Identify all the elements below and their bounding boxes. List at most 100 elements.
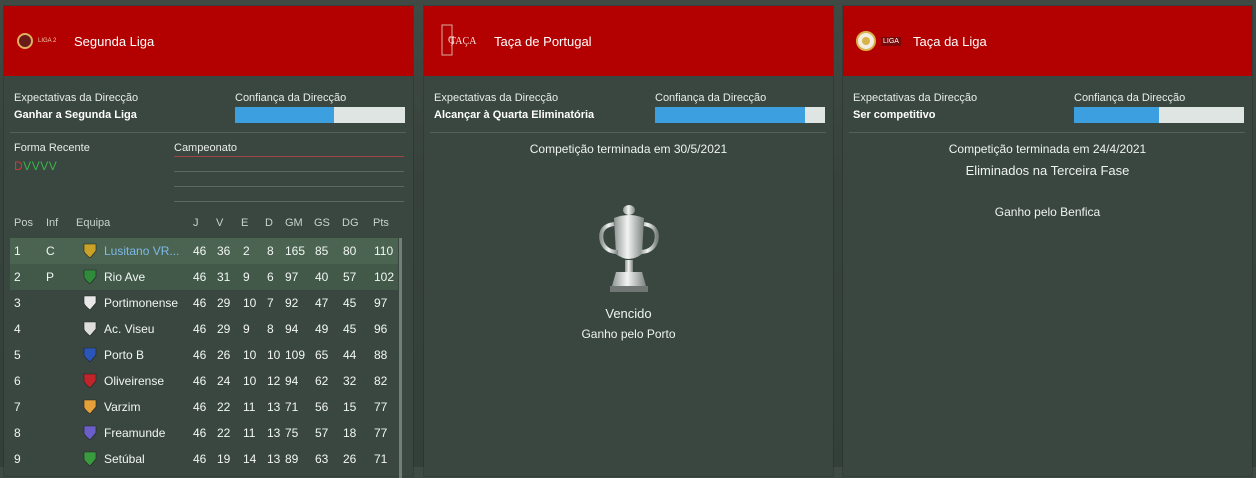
header-pos[interactable]: Pos xyxy=(14,217,33,229)
header-won[interactable]: V xyxy=(216,217,223,229)
logo-text: TAÇA xyxy=(450,36,477,47)
cell-e: 11 xyxy=(243,400,256,414)
team-crest-icon xyxy=(82,346,98,363)
expectations-value: Ser competitivo xyxy=(853,109,936,121)
league-chart-label: Campeonato xyxy=(174,142,237,154)
header-inf[interactable]: Inf xyxy=(46,217,58,229)
confidence-label: Confiança da Direcção xyxy=(1074,92,1186,104)
divider xyxy=(430,132,826,133)
cell-j: 46 xyxy=(193,322,207,336)
table-row[interactable]: 4 46 29 9 8 94 49 45 96 Ac. Viseu xyxy=(10,316,398,342)
cell-gs: 56 xyxy=(315,400,329,414)
cell-pos: 3 xyxy=(14,296,21,310)
table-row[interactable]: 7 46 22 11 13 71 56 15 77 Varzim xyxy=(10,394,398,420)
header-played[interactable]: J xyxy=(193,217,199,229)
cell-v: 29 xyxy=(217,322,231,336)
team-name-link[interactable]: Ac. Viseu xyxy=(104,322,154,336)
cell-dg: 45 xyxy=(343,296,357,310)
header-goals-against[interactable]: GS xyxy=(314,217,330,229)
cell-j: 46 xyxy=(193,244,207,258)
cell-d: 13 xyxy=(267,452,281,466)
expectations-value: Alcançar à Quarta Eliminatória xyxy=(434,109,595,121)
competition-header[interactable]: LIGA 2 Segunda Liga xyxy=(4,6,413,76)
cell-gm: 97 xyxy=(285,270,299,284)
recent-form-letters: DVVVV xyxy=(14,159,57,173)
cell-v: 36 xyxy=(217,244,231,258)
header-goals-for[interactable]: GM xyxy=(285,217,303,229)
cell-j: 46 xyxy=(193,426,207,440)
cell-pts: 110 xyxy=(374,244,394,258)
cell-pts: 97 xyxy=(374,296,388,310)
table-row[interactable]: 8 46 22 11 13 75 57 18 77 Freamunde xyxy=(10,420,398,446)
table-row[interactable]: 1 C 46 36 2 8 165 85 80 110 Lusitano VR... xyxy=(10,238,398,264)
competition-header[interactable]: LIGA Taça da Liga xyxy=(843,6,1252,76)
cell-dg: 18 xyxy=(343,426,357,440)
competition-header[interactable]: Ç TAÇA Taça de Portugal xyxy=(424,6,833,76)
cell-pos: 8 xyxy=(14,426,21,440)
cell-gm: 92 xyxy=(285,296,299,310)
team-crest-icon xyxy=(82,294,98,311)
team-name-link[interactable]: Porto B xyxy=(104,348,144,362)
competition-title: Taça da Liga xyxy=(913,34,987,49)
team-crest-icon xyxy=(82,398,98,415)
table-row[interactable]: 2 P 46 31 9 6 97 40 57 102 Rio Ave xyxy=(10,264,398,290)
cell-pts: 82 xyxy=(374,374,388,388)
form-result-letter: V xyxy=(48,159,58,173)
header-goal-diff[interactable]: DG xyxy=(342,217,359,229)
logo-text: LIGA xyxy=(881,36,901,46)
table-row[interactable]: 9 46 19 14 13 89 63 26 71 Setúbal xyxy=(10,446,398,472)
confidence-bar-fill xyxy=(235,107,334,123)
team-name-link[interactable]: Rio Ave xyxy=(104,270,145,284)
cell-dg: 32 xyxy=(343,374,357,388)
table-row[interactable]: 3 46 29 10 7 92 47 45 97 Portimonense xyxy=(10,290,398,316)
taca-de-portugal-logo: Ç TAÇA xyxy=(436,24,486,56)
table-row[interactable]: 6 46 24 10 12 94 62 32 82 Oliveirense xyxy=(10,368,398,394)
cell-e: 10 xyxy=(243,374,257,388)
header-drawn[interactable]: E xyxy=(241,217,248,229)
cell-dg: 15 xyxy=(343,400,357,414)
header-lost[interactable]: D xyxy=(265,217,273,229)
expectations-label: Expectativas da Direcção xyxy=(14,92,139,104)
team-name-link[interactable]: Portimonense xyxy=(104,296,178,310)
chart-line xyxy=(174,156,404,157)
cell-inf: P xyxy=(46,270,55,284)
divider xyxy=(849,132,1245,133)
cell-gm: 75 xyxy=(285,426,299,440)
cell-gs: 62 xyxy=(315,374,329,388)
cell-j: 46 xyxy=(193,296,207,310)
header-points[interactable]: Pts xyxy=(373,217,389,229)
team-crest-icon xyxy=(82,320,98,337)
team-crest-icon xyxy=(82,372,98,389)
cell-gm: 109 xyxy=(285,348,306,362)
team-crest-icon xyxy=(82,450,98,467)
cell-j: 46 xyxy=(193,270,207,284)
taca-de-portugal-panel: Ç TAÇA Taça de Portugal Expectativas da … xyxy=(424,6,833,476)
table-row[interactable]: 5 46 26 10 10 109 65 44 88 Porto B xyxy=(10,342,398,368)
form-result-letter: D xyxy=(14,159,24,173)
team-name-link[interactable]: Oliveirense xyxy=(104,374,164,388)
competition-ended-text: Competição terminada em 30/5/2021 xyxy=(529,142,728,156)
table-scrollbar[interactable] xyxy=(399,238,402,478)
team-name-link[interactable]: Lusitano VR... xyxy=(104,244,179,258)
cell-pts: 77 xyxy=(374,400,388,414)
header-team[interactable]: Equipa xyxy=(76,217,110,229)
cup-winner: Ganho pelo Porto xyxy=(581,327,676,341)
cell-j: 46 xyxy=(193,348,207,362)
cell-gm: 71 xyxy=(285,400,299,414)
team-name-link[interactable]: Freamunde xyxy=(104,426,165,440)
cell-v: 22 xyxy=(217,400,231,414)
team-name-link[interactable]: Setúbal xyxy=(104,452,145,466)
cell-pts: 77 xyxy=(374,426,388,440)
cell-d: 8 xyxy=(267,322,274,336)
cell-pos: 2 xyxy=(14,270,21,284)
cell-gs: 47 xyxy=(315,296,329,310)
form-result-letter: V xyxy=(40,159,49,173)
cup-result: Eliminados na Terceira Fase xyxy=(965,163,1130,178)
team-name-link[interactable]: Varzim xyxy=(104,400,140,414)
cell-d: 13 xyxy=(267,400,281,414)
chart-gridline xyxy=(174,201,404,202)
cell-gm: 94 xyxy=(285,374,299,388)
segunda-liga-panel: LIGA 2 Segunda Liga Expectativas da Dire… xyxy=(4,6,413,478)
chart-gridline xyxy=(174,186,404,187)
expectations-label: Expectativas da Direcção xyxy=(434,92,559,104)
